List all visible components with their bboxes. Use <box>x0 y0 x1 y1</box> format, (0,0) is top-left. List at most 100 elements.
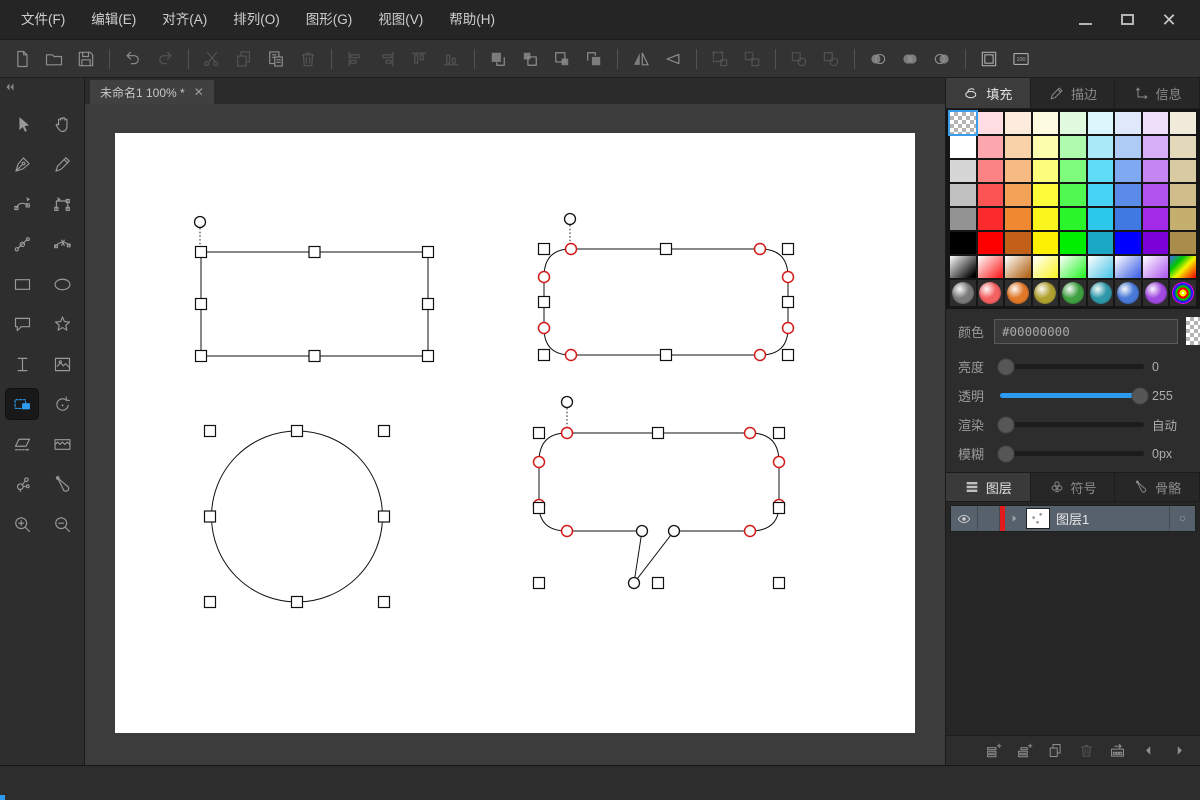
render-slider-thumb[interactable] <box>997 416 1015 433</box>
bbox-handle[interactable] <box>781 348 795 362</box>
select-tool[interactable] <box>6 109 38 139</box>
path-to-shape-button[interactable] <box>816 44 846 74</box>
bbox-handle[interactable] <box>421 297 435 311</box>
render-slider[interactable] <box>997 416 1144 433</box>
palette-swatch[interactable] <box>1060 256 1086 278</box>
convert-layer-button[interactable] <box>1106 740 1128 762</box>
rotation-handle[interactable] <box>560 395 574 409</box>
palette-swatch[interactable] <box>1060 208 1086 230</box>
zoom-100-button[interactable]: 100 <box>1006 44 1036 74</box>
folder-open-button[interactable] <box>39 44 69 74</box>
bbox-handle[interactable] <box>537 348 551 362</box>
bbox-handle[interactable] <box>659 348 673 362</box>
curve-node-handle[interactable] <box>532 455 546 469</box>
rounded-rectangle-shape[interactable] <box>537 212 795 362</box>
node-curve-tool[interactable] <box>6 189 38 219</box>
palette-swatch[interactable] <box>1142 184 1169 206</box>
bbox-handle[interactable] <box>532 426 546 440</box>
bool-exclude-button[interactable] <box>927 44 957 74</box>
bbox-handle[interactable] <box>194 245 208 259</box>
speech-bubble-tool[interactable] <box>6 309 38 339</box>
doc-new-button[interactable] <box>7 44 37 74</box>
bbox-handle[interactable] <box>772 576 786 590</box>
image-tool[interactable] <box>46 349 78 379</box>
ellipse-tool[interactable] <box>46 269 78 299</box>
transform-tool[interactable] <box>6 389 38 419</box>
palette-swatch[interactable] <box>1087 136 1114 158</box>
bbox-handle[interactable] <box>532 501 546 515</box>
rectangle-shape[interactable] <box>193 215 435 363</box>
bbox-handle[interactable] <box>781 242 795 256</box>
save-button[interactable] <box>71 44 101 74</box>
palette-swatch[interactable] <box>1005 256 1031 278</box>
bbox-handle[interactable] <box>659 242 673 256</box>
node-corner-tool[interactable] <box>46 189 78 219</box>
palette-swatch[interactable] <box>977 112 1004 134</box>
zoom-out-tool[interactable] <box>46 509 78 539</box>
brightness-slider-thumb[interactable] <box>997 358 1015 375</box>
next-arrow-button[interactable] <box>1168 740 1190 762</box>
bbox-handle[interactable] <box>421 349 435 363</box>
delete-layer-button[interactable] <box>1075 740 1097 762</box>
layer-row[interactable]: 图层1 <box>950 505 1196 532</box>
text-tool[interactable] <box>6 349 38 379</box>
palette-swatch[interactable] <box>977 160 1004 182</box>
path-node-handle[interactable] <box>667 524 681 538</box>
flip-horizontal-button[interactable] <box>626 44 656 74</box>
curve-node-handle[interactable] <box>560 426 574 440</box>
menu-file[interactable]: 文件(F) <box>8 0 78 40</box>
rectangle-tool[interactable] <box>6 269 38 299</box>
curve-node-handle[interactable] <box>781 321 795 335</box>
palette-swatch[interactable] <box>1032 184 1059 206</box>
palette-swatch[interactable] <box>1115 112 1141 134</box>
palette-swatch[interactable] <box>1005 184 1031 206</box>
zigzag-tool[interactable] <box>46 429 78 459</box>
palette-swatch[interactable] <box>1115 208 1141 230</box>
menu-arrange[interactable]: 排列(O) <box>220 0 293 40</box>
palette-swatch[interactable] <box>1005 136 1031 158</box>
page-frame-button[interactable] <box>974 44 1004 74</box>
palette-swatch[interactable] <box>1142 232 1169 254</box>
palette-swatch-sphere[interactable] <box>1005 280 1031 306</box>
palette-swatch[interactable] <box>1060 232 1086 254</box>
bbox-handle[interactable] <box>203 510 217 523</box>
palette-swatch[interactable] <box>1170 184 1196 206</box>
palette-swatch[interactable] <box>1060 160 1086 182</box>
bbox-handle[interactable] <box>781 295 795 309</box>
palette-swatch-rainbow-gradient[interactable] <box>1170 256 1196 278</box>
palette-swatch[interactable] <box>950 256 976 278</box>
align-right-button[interactable] <box>372 44 402 74</box>
bbox-handle[interactable] <box>308 245 321 259</box>
cut-button[interactable] <box>197 44 227 74</box>
palette-swatch[interactable] <box>977 208 1004 230</box>
flip-vertical-button[interactable] <box>658 44 688 74</box>
skew-tool[interactable] <box>6 429 38 459</box>
bool-intersect-button[interactable] <box>895 44 925 74</box>
curve-node-handle[interactable] <box>753 348 767 362</box>
menu-help[interactable]: 帮助(H) <box>436 0 508 40</box>
bool-union-button[interactable] <box>863 44 893 74</box>
rotation-handle[interactable] <box>193 215 207 229</box>
minimize-button[interactable] <box>1068 7 1102 33</box>
layer-expand-arrow-icon[interactable] <box>1005 513 1023 524</box>
palette-swatch[interactable] <box>1087 112 1114 134</box>
palette-swatch[interactable] <box>1087 256 1114 278</box>
palette-swatch[interactable] <box>1087 208 1114 230</box>
layer-name[interactable]: 图层1 <box>1053 509 1169 528</box>
speech-bubble-shape[interactable] <box>532 395 786 590</box>
palette-swatch[interactable] <box>977 184 1004 206</box>
canvas-workspace[interactable] <box>85 104 945 765</box>
palette-swatch[interactable] <box>1170 112 1196 134</box>
zoom-in-tool[interactable] <box>6 509 38 539</box>
align-bottom-button[interactable] <box>436 44 466 74</box>
bbox-handle[interactable] <box>421 245 435 259</box>
palette-swatch[interactable] <box>1032 112 1059 134</box>
curve-node-handle[interactable] <box>560 524 574 538</box>
path-cut-tool[interactable] <box>46 229 78 259</box>
opacity-slider-thumb[interactable] <box>1131 387 1149 404</box>
curve-node-handle[interactable] <box>537 270 551 284</box>
tab-symbols[interactable]: 符号 <box>1031 473 1116 501</box>
palette-swatch[interactable] <box>1087 232 1114 254</box>
palette-swatch[interactable] <box>977 136 1004 158</box>
palette-swatch[interactable] <box>950 160 976 182</box>
